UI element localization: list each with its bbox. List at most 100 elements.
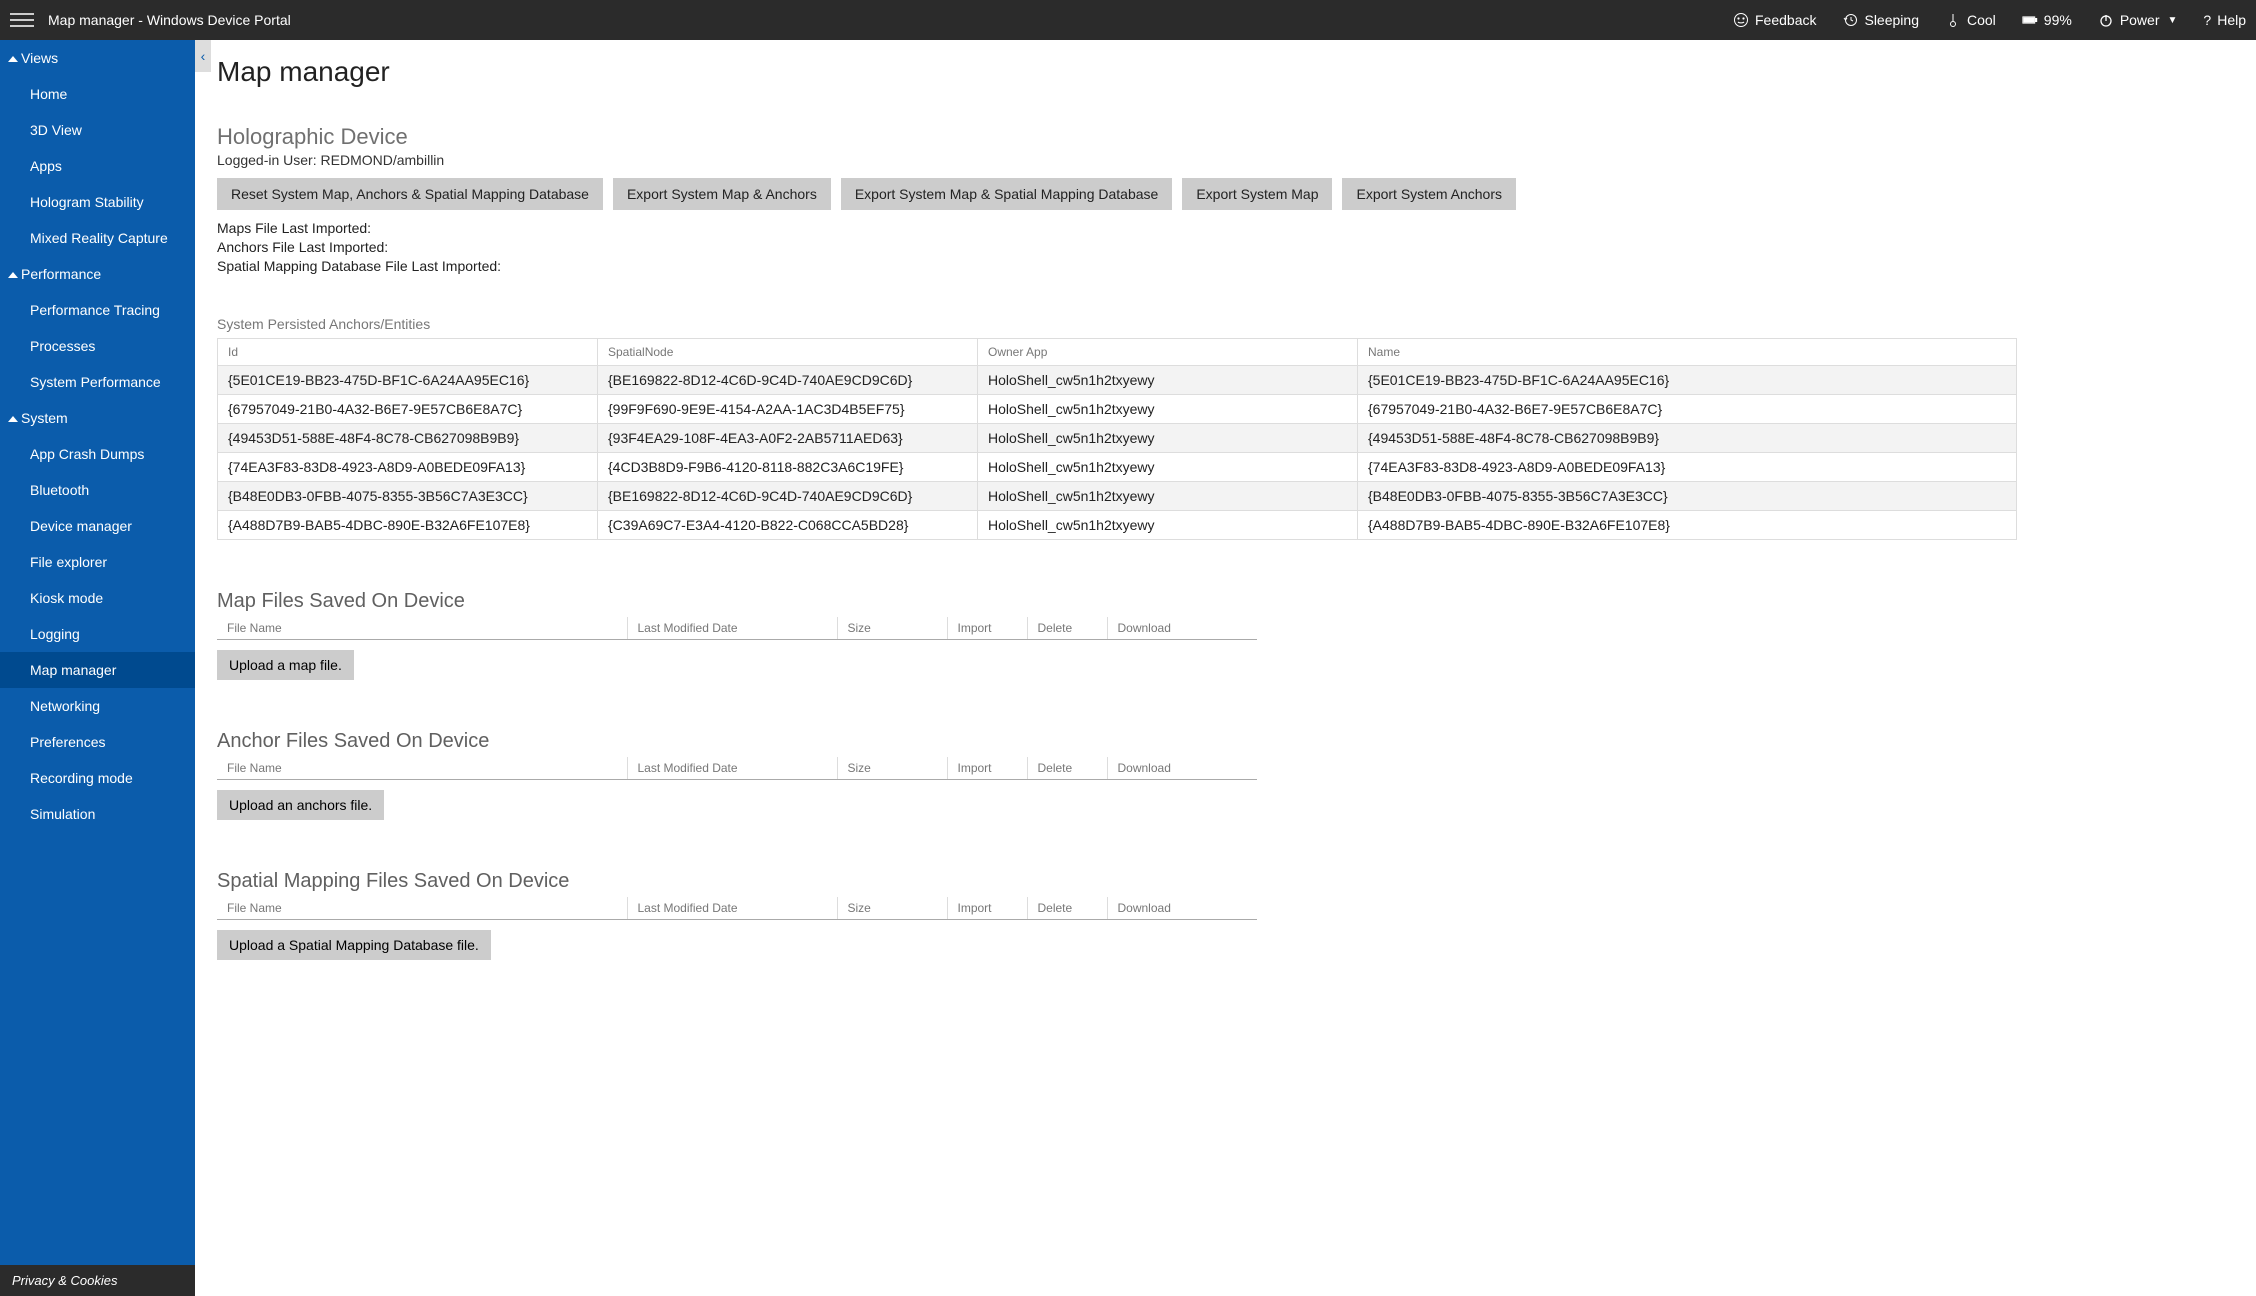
cell-spatial: {93F4EA29-108F-4EA3-A0F2-2AB5711AED63} [598,424,978,453]
cell-spatial: {4CD3B8D9-F9B6-4120-8118-882C3A6C19FE} [598,453,978,482]
cell-name: {A488D7B9-BAB5-4DBC-890E-B32A6FE107E8} [1358,511,2017,540]
col-fname: File Name [217,617,627,640]
table-row: {5E01CE19-BB23-475D-BF1C-6A24AA95EC16}{B… [218,366,2017,395]
sidebar-item-bluetooth[interactable]: Bluetooth [0,472,195,508]
reset-button[interactable]: Reset System Map, Anchors & Spatial Mapp… [217,178,603,210]
topbar: Map manager - Windows Device Portal Feed… [0,0,2256,40]
upload-anchors-button[interactable]: Upload an anchors file. [217,790,384,820]
cell-name: {5E01CE19-BB23-475D-BF1C-6A24AA95EC16} [1358,366,2017,395]
col-lmd: Last Modified Date [627,617,837,640]
col-download: Download [1107,757,1257,780]
sidebar-item-3d-view[interactable]: 3D View [0,112,195,148]
battery-status[interactable]: 99% [2022,12,2072,28]
caret-up-icon [8,56,18,62]
cell-spatial: {BE169822-8D12-4C6D-9C4D-740AE9CD9C6D} [598,366,978,395]
sidebar-item-simulation[interactable]: Simulation [0,796,195,832]
sidebar-item-logging[interactable]: Logging [0,616,195,652]
window-title: Map manager - Windows Device Portal [48,12,291,28]
col-id: Id [218,339,598,366]
help-button[interactable]: ? Help [2203,12,2246,28]
anchor-files-table: File Name Last Modified Date Size Import… [217,757,1257,780]
power-label: Power [2120,12,2160,28]
col-lmd: Last Modified Date [627,757,837,780]
thermometer-icon [1945,12,1961,28]
sidebar-item-networking[interactable]: Networking [0,688,195,724]
temperature-status[interactable]: Cool [1945,12,1996,28]
cell-name: {B48E0DB3-0FBB-4075-8355-3B56C7A3E3CC} [1358,482,2017,511]
power-menu[interactable]: Power ▼ [2098,12,2178,28]
smiley-icon [1733,12,1749,28]
cell-spatial: {C39A69C7-E3A4-4120-B822-C068CCA5BD28} [598,511,978,540]
smdb-files-table: File Name Last Modified Date Size Import… [217,897,1257,920]
sidebar-scroll[interactable]: ViewsHome3D ViewAppsHologram StabilityMi… [0,40,195,1265]
privacy-cookies-link[interactable]: Privacy & Cookies [0,1265,195,1296]
cell-owner: HoloShell_cw5n1h2txyewy [978,424,1358,453]
sidebar-item-file-explorer[interactable]: File explorer [0,544,195,580]
col-delete: Delete [1027,897,1107,920]
col-owner: Owner App [978,339,1358,366]
cell-owner: HoloShell_cw5n1h2txyewy [978,395,1358,424]
col-import: Import [947,757,1027,780]
maps-last-imported: Maps File Last Imported: [217,220,2256,236]
sidebar-item-mixed-reality-capture[interactable]: Mixed Reality Capture [0,220,195,256]
anchor-files-heading: Anchor Files Saved On Device [217,730,2256,753]
smdb-files-heading: Spatial Mapping Files Saved On Device [217,870,2256,893]
question-icon: ? [2203,12,2211,28]
cell-id: {A488D7B9-BAB5-4DBC-890E-B32A6FE107E8} [218,511,598,540]
smdb-last-imported: Spatial Mapping Database File Last Impor… [217,258,2256,274]
export-map-smdb-button[interactable]: Export System Map & Spatial Mapping Data… [841,178,1173,210]
sidebar-item-preferences[interactable]: Preferences [0,724,195,760]
holographic-device-heading: Holographic Device [217,124,2256,150]
sidebar-item-hologram-stability[interactable]: Hologram Stability [0,184,195,220]
export-anchors-button[interactable]: Export System Anchors [1342,178,1516,210]
sidebar-item-processes[interactable]: Processes [0,328,195,364]
col-fname: File Name [217,897,627,920]
sidebar-item-apps[interactable]: Apps [0,148,195,184]
sidebar-section-views[interactable]: Views [0,40,195,76]
col-size: Size [837,897,947,920]
upload-map-button[interactable]: Upload a map file. [217,650,354,680]
sidebar-item-app-crash-dumps[interactable]: App Crash Dumps [0,436,195,472]
cell-spatial: {BE169822-8D12-4C6D-9C4D-740AE9CD9C6D} [598,482,978,511]
battery-label: 99% [2044,12,2072,28]
cell-id: {49453D51-588E-48F4-8C78-CB627098B9B9} [218,424,598,453]
sidebar-item-device-manager[interactable]: Device manager [0,508,195,544]
cell-name: {74EA3F83-83D8-4923-A8D9-A0BEDE09FA13} [1358,453,2017,482]
cell-owner: HoloShell_cw5n1h2txyewy [978,453,1358,482]
sidebar-item-home[interactable]: Home [0,76,195,112]
sidebar-section-performance[interactable]: Performance [0,256,195,292]
anchors-table: Id SpatialNode Owner App Name {5E01CE19-… [217,338,2017,540]
col-download: Download [1107,897,1257,920]
action-button-row: Reset System Map, Anchors & Spatial Mapp… [217,178,2256,210]
cell-spatial: {99F9F690-9E9E-4154-A2AA-1AC3D4B5EF75} [598,395,978,424]
sidebar: ‹ ViewsHome3D ViewAppsHologram Stability… [0,40,195,1296]
sidebar-item-system-performance[interactable]: System Performance [0,364,195,400]
cell-id: {B48E0DB3-0FBB-4075-8355-3B56C7A3E3CC} [218,482,598,511]
sidebar-item-map-manager[interactable]: Map manager [0,652,195,688]
sleeping-status[interactable]: Sleeping [1842,12,1919,28]
col-size: Size [837,757,947,780]
col-download: Download [1107,617,1257,640]
help-label: Help [2217,12,2246,28]
sidebar-item-performance-tracing[interactable]: Performance Tracing [0,292,195,328]
sidebar-section-system[interactable]: System [0,400,195,436]
upload-smdb-button[interactable]: Upload a Spatial Mapping Database file. [217,930,491,960]
feedback-button[interactable]: Feedback [1733,12,1816,28]
col-lmd: Last Modified Date [627,897,837,920]
sidebar-item-kiosk-mode[interactable]: Kiosk mode [0,580,195,616]
battery-icon [2022,12,2038,28]
cell-id: {5E01CE19-BB23-475D-BF1C-6A24AA95EC16} [218,366,598,395]
col-fname: File Name [217,757,627,780]
feedback-label: Feedback [1755,12,1816,28]
cell-owner: HoloShell_cw5n1h2txyewy [978,482,1358,511]
menu-icon[interactable] [10,8,34,32]
map-files-heading: Map Files Saved On Device [217,590,2256,613]
export-map-anchors-button[interactable]: Export System Map & Anchors [613,178,831,210]
table-row: {B48E0DB3-0FBB-4075-8355-3B56C7A3E3CC}{B… [218,482,2017,511]
sidebar-item-recording-mode[interactable]: Recording mode [0,760,195,796]
cell-owner: HoloShell_cw5n1h2txyewy [978,511,1358,540]
sleeping-label: Sleeping [1864,12,1919,28]
map-files-table: File Name Last Modified Date Size Import… [217,617,1257,640]
content-area: Map manager Holographic Device Logged-in… [195,40,2256,1296]
export-map-button[interactable]: Export System Map [1182,178,1332,210]
